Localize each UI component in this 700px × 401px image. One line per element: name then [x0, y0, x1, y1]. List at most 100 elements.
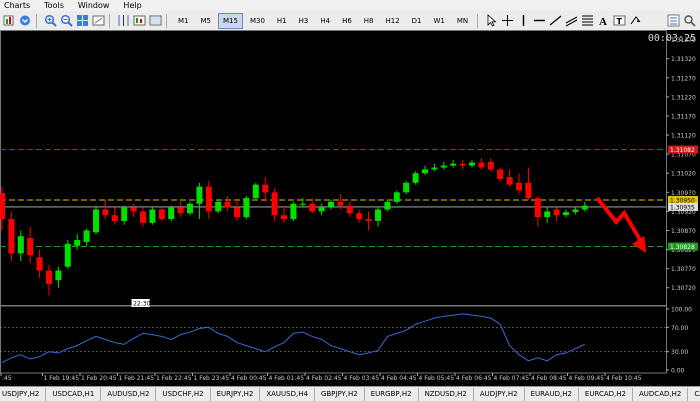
menu-tools[interactable]: Tools	[44, 1, 64, 10]
timeframe-h1-button[interactable]: H1	[272, 13, 292, 29]
menu-charts[interactable]: Charts	[4, 1, 30, 10]
bear-candle	[365, 219, 372, 221]
bear-candle	[36, 257, 43, 271]
bull-candle	[403, 182, 410, 193]
bull-candle	[93, 209, 99, 233]
chart-tab-gbpjpy-h2[interactable]: GBPJPY,H2	[315, 387, 365, 401]
chart-tab-usdchf-h2[interactable]: USDCHF,H2	[156, 387, 211, 401]
search-icon[interactable]	[683, 14, 696, 27]
resistance-price-tag: 1.31082	[670, 147, 695, 154]
bear-candle	[309, 203, 316, 212]
timeframe-m5-button[interactable]: M5	[196, 13, 217, 29]
bear-candle	[525, 182, 532, 199]
oscillator-pane-frame	[0, 305, 667, 374]
bull-candle	[187, 203, 193, 214]
time-axis-label: 1 Feb 21:45	[119, 375, 155, 382]
fibonacci-tool-icon[interactable]	[581, 14, 594, 27]
time-axis-label: 4 Feb 04:45	[381, 375, 417, 382]
timeframe-h4-button[interactable]: H4	[315, 13, 335, 29]
timeframe-d1-button[interactable]: D1	[407, 13, 427, 29]
bear-candle	[158, 209, 165, 220]
arrows-tool-icon[interactable]	[629, 14, 642, 27]
text-tool-icon[interactable]: A	[597, 14, 610, 27]
chart-tab-euraud-h2[interactable]: EURAUD,H2	[525, 387, 579, 401]
time-axis-label: 4 Feb 10:45	[606, 375, 642, 382]
chart-zoom-fit-icon[interactable]	[149, 14, 162, 27]
chart-tab-eurjpy-h2[interactable]: EURJPY,H2	[211, 387, 261, 401]
chart-tabs-bar: USDJPY,H2 USDCAD,H1 AUDUSD,H2 USDCHF,H2 EURJ…	[0, 386, 700, 401]
bear-candle	[478, 162, 485, 168]
bear-candle	[459, 163, 466, 166]
time-axis-label: 4 Feb 03:45	[344, 375, 380, 382]
timeframe-h6-button[interactable]: H6	[337, 13, 357, 29]
time-axis-label: 1 Feb 20:45	[81, 375, 117, 382]
chart-tab-usdcad-h1[interactable]: USDCAD,H1	[46, 387, 102, 401]
tile-windows-icon[interactable]	[76, 14, 89, 27]
chart-tab-audjpy-h2[interactable]: AUDJPY,H2	[474, 387, 525, 401]
bear-candle	[234, 207, 240, 218]
zoom-out-icon[interactable]	[60, 14, 73, 27]
chart-tab-audusd-h2[interactable]: AUDUSD,H2	[101, 387, 157, 401]
toolbar-separator	[36, 13, 37, 28]
cursor-icon[interactable]	[485, 14, 498, 27]
profiles-dropdown-icon[interactable]	[19, 14, 32, 27]
crosshair-icon[interactable]	[501, 14, 514, 27]
time-axis-label: 4 Feb 02:45	[306, 375, 342, 382]
channel-tool-icon[interactable]	[565, 14, 578, 27]
bull-candle	[563, 212, 569, 216]
bull-candle	[55, 270, 62, 281]
timeframe-h8-button[interactable]: H8	[359, 13, 379, 29]
chart-svg: 1.313701.313201.312701.312201.311701.311…	[0, 30, 698, 382]
bull-candle	[168, 207, 175, 220]
chart-tab-audcad-h2[interactable]: AUDCAD,H2	[633, 387, 689, 401]
bull-candle	[17, 236, 24, 254]
chart-shift-icon[interactable]	[92, 14, 105, 27]
menu-help[interactable]: Help	[123, 1, 141, 10]
bull-candle	[196, 186, 203, 204]
time-to-close-timer: 00:03:25	[647, 33, 696, 44]
bull-candle	[440, 165, 447, 168]
auto-scroll-icon[interactable]	[133, 14, 146, 27]
bull-candle	[328, 201, 334, 208]
chart-tab-xauusd-h4[interactable]: XAUUSD,H4	[260, 387, 315, 401]
oscillator-axis-label: 100.00	[671, 307, 692, 314]
price-axis-label: 1.30970	[671, 190, 696, 197]
new-chart-icon[interactable]	[3, 14, 16, 27]
chart-area[interactable]: 1.31370 1.31320 1.31270 1.31220 1.31170 1.311…	[0, 30, 700, 386]
support-price-tag: 1.30828	[670, 244, 695, 251]
trendline-tool-icon[interactable]	[549, 14, 562, 27]
timeframe-m15-button[interactable]: M15	[218, 12, 243, 29]
chart-tab-eurgbp-h2[interactable]: EURGBP,H2	[365, 387, 419, 401]
market-watch-icon[interactable]	[667, 14, 680, 27]
timeframe-w1-button[interactable]: W1	[429, 13, 450, 29]
price-axis-label: 1.31270	[671, 75, 696, 82]
vertical-line-icon[interactable]	[117, 14, 130, 27]
chart-tab-cad[interactable]: CAD	[688, 388, 700, 401]
bear-candle	[497, 169, 504, 179]
bear-candle	[356, 213, 363, 220]
text-label-tool-icon[interactable]: T	[613, 14, 626, 27]
bear-candle	[130, 207, 137, 212]
zoom-in-icon[interactable]	[44, 14, 57, 27]
price-axis-label: 1.30870	[671, 228, 696, 235]
chart-tab-usdjpy-h2[interactable]: USDJPY,H2	[0, 387, 47, 401]
menu-window[interactable]: Window	[78, 1, 110, 10]
forecast-arrow-line	[595, 196, 642, 242]
timeframe-m30-button[interactable]: M30	[245, 13, 270, 29]
horizontal-line-tool-icon[interactable]	[533, 14, 546, 27]
bear-candle	[8, 219, 15, 254]
time-axis-label: 4 Feb 09:45	[569, 375, 605, 382]
time-axis-label: 1 Feb 22:45	[156, 375, 192, 382]
bear-candle	[516, 182, 522, 191]
toolbar-separator	[166, 13, 167, 28]
chart-tab-nzdusd-h2[interactable]: NZDUSD,H2	[419, 387, 474, 401]
bull-candle	[544, 211, 551, 218]
timeframe-mn-button[interactable]: MN	[452, 13, 473, 29]
timeframe-h12-button[interactable]: H12	[381, 13, 405, 29]
bull-candle	[572, 209, 579, 213]
vertical-line-tool-icon[interactable]	[517, 14, 530, 27]
bear-candle	[553, 209, 560, 216]
timeframe-h3-button[interactable]: H3	[294, 13, 314, 29]
timeframe-m1-button[interactable]: M1	[173, 13, 194, 29]
chart-tab-eurcad-h2[interactable]: EURCAD,H2	[579, 387, 633, 401]
